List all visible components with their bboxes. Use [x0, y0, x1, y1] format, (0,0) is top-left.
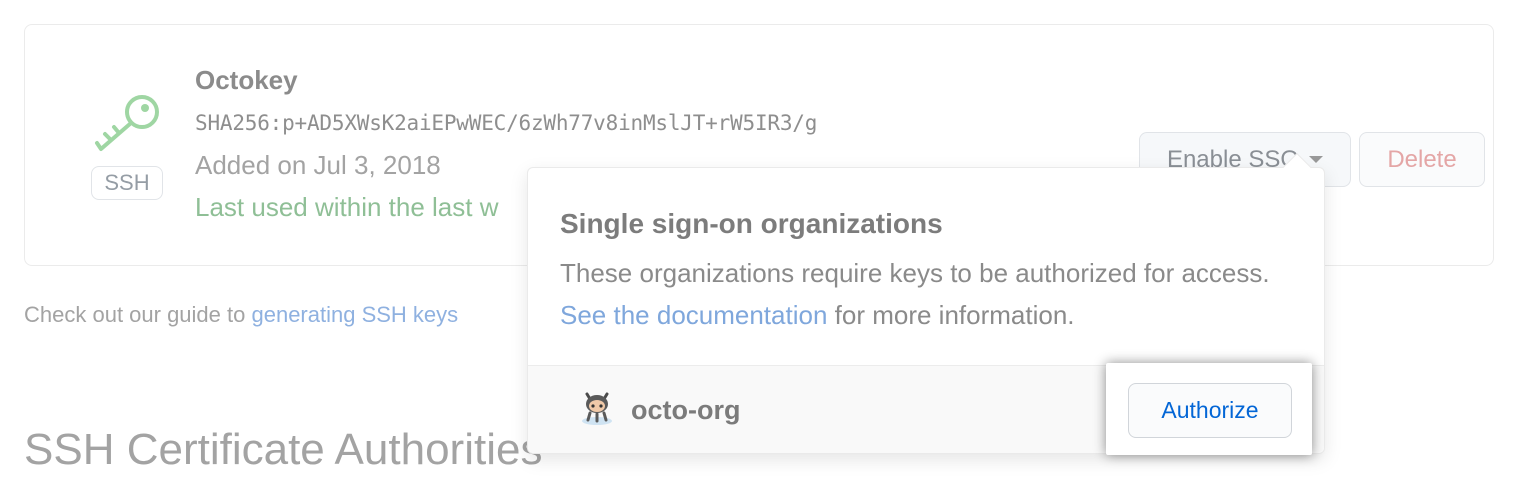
key-title: Octokey	[195, 65, 298, 95]
org-name: octo-org	[631, 395, 741, 425]
popover-description: These organizations require keys to be a…	[560, 252, 1280, 336]
key-last-used: Last used within the last w	[195, 192, 499, 222]
octocat-icon	[582, 392, 612, 425]
authorize-highlight: Authorize	[1106, 363, 1312, 455]
guide-text: Check out our guide to generating SSH ke…	[24, 302, 458, 328]
documentation-link[interactable]: See the documentation	[560, 300, 827, 330]
authorize-button[interactable]: Authorize	[1128, 383, 1292, 438]
caret-down-icon	[1309, 155, 1324, 163]
key-fingerprint: SHA256:p+AD5XWsK2aiEPwWEC/6zWh77v8inMslJ…	[195, 111, 818, 135]
generating-ssh-keys-link[interactable]: generating SSH keys	[251, 302, 458, 327]
key-added-date: Added on Jul 3, 2018	[195, 150, 441, 180]
delete-button[interactable]: Delete	[1359, 132, 1485, 187]
guide-prefix: Check out our guide to	[24, 302, 252, 327]
section-heading: SSH Certificate Authorities	[24, 425, 543, 474]
popover-description-text: These organizations require keys to be a…	[560, 258, 1270, 288]
ssh-badge: SSH	[91, 166, 163, 200]
popover-description-suffix: for more information.	[827, 300, 1075, 330]
popover-title: Single sign-on organizations	[560, 208, 943, 239]
key-icon-container: SSH	[91, 91, 165, 227]
key-icon	[95, 95, 159, 151]
